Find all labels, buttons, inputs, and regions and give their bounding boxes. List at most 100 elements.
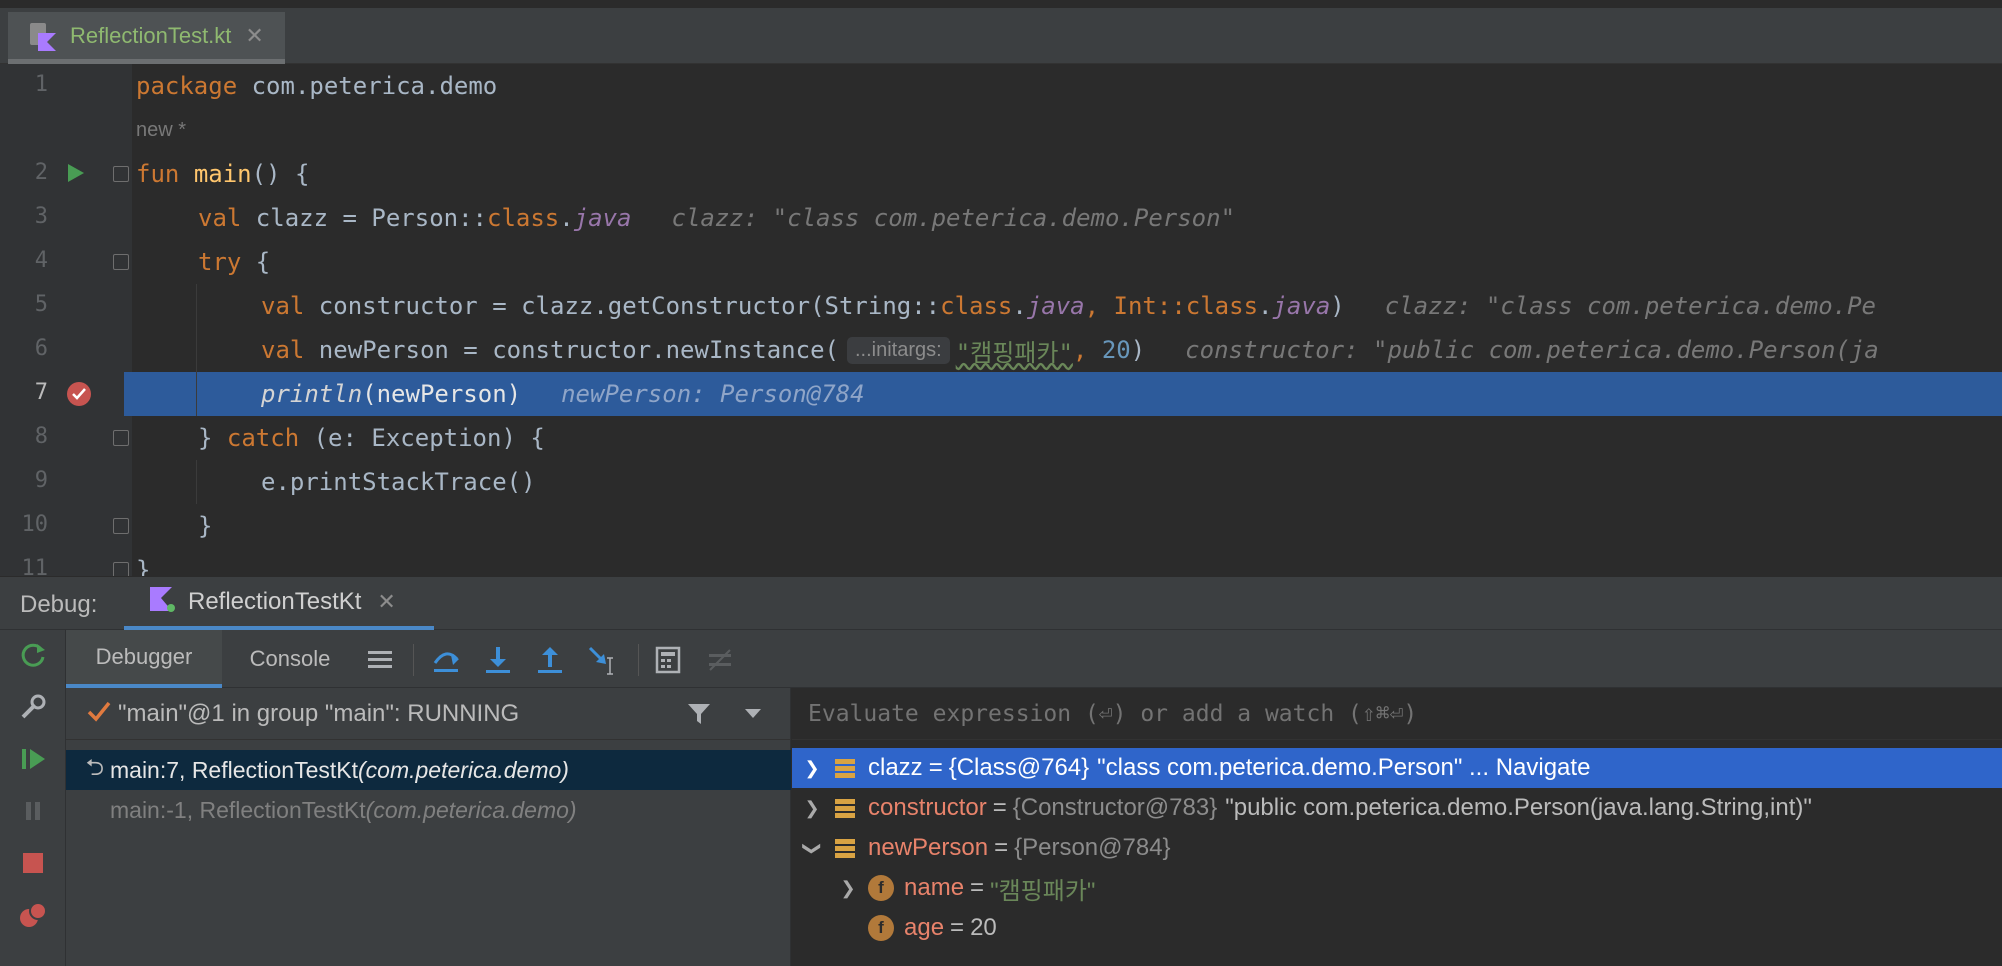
variable-value: "캠핑패카" [990,877,1096,905]
resume-icon[interactable] [18,744,48,774]
code-token: ) [1330,292,1345,320]
code-token: () { [251,160,310,188]
gutter-row: 9 [0,460,132,504]
variable-stack-icon [832,795,858,821]
code-token: ) [1130,336,1146,364]
gutter-row: 5 [0,284,132,328]
line-number: 6 [34,336,48,361]
step-out-icon[interactable] [534,644,566,676]
tab-console[interactable]: Console [226,630,354,688]
title-strip [0,0,2002,8]
breakpoint-icon[interactable] [66,381,92,412]
parameter-hint: ...initargs: [846,336,950,364]
chevron-right-icon[interactable]: ❯ [828,878,868,899]
variable-type: {Constructor@783} [1012,794,1218,821]
code-token: 20 [1101,336,1131,364]
code-line-8: } catch (e: Exception) { [198,416,545,460]
variable-stack-icon [832,755,858,781]
pause-icon[interactable] [18,796,48,826]
close-session-icon[interactable]: ✕ [377,589,395,615]
variable-eq: = [950,914,965,941]
tab-console-label: Console [249,646,331,671]
code-token: catch [226,424,300,452]
code-line-3: val clazz = Person:: class. java clazz: "cl… [198,196,1235,240]
debug-side-toolbar [0,630,66,966]
chevron-right-icon[interactable]: ❯ [792,798,832,819]
variable-eq: = [970,874,985,901]
code-token: fun [136,160,180,188]
code-vision-hint: new * [136,108,186,152]
layout-menu-icon[interactable] [364,644,396,676]
code-token: class [1185,292,1259,320]
inline-debug-value: constructor: "public com.peterica.demo.P… [1185,336,1879,364]
kotlin-run-config-icon [148,585,176,618]
thread-selector[interactable]: "main"@1 in group "main": RUNNING [66,688,791,740]
code-token: clazz = Person:: [241,204,487,232]
code-editor[interactable]: 1 2 3 4 5 6 7 8 9 10 11 package com.pete… [0,64,2002,576]
chevron-right-icon[interactable]: ❯ [792,758,832,779]
code-token: . [559,204,574,232]
gutter-row: 6 [0,328,132,372]
frame-row-selected[interactable]: ⮌ main:7, ReflectionTestKt (com.peterica… [66,750,791,790]
step-over-icon[interactable] [430,644,462,676]
variable-value: 20 [970,914,997,941]
fold-marker-icon[interactable] [113,562,129,576]
variable-name: name [904,874,965,901]
variable-stack-icon [832,835,858,861]
view-breakpoints-icon[interactable] [18,900,48,930]
code-token: try [198,248,242,276]
frame-row[interactable]: main:-1, ReflectionTestKt (com.peterica.… [66,790,791,830]
code-token: (newPerson) [362,380,522,408]
debug-session-tab[interactable]: ReflectionTestKt ✕ [124,577,434,631]
settings-wrench-icon[interactable] [18,692,48,722]
debug-session-label: ReflectionTestKt [188,587,362,615]
check-icon [86,699,112,728]
fold-marker-icon[interactable] [113,430,129,446]
gutter-row: 1 [0,64,132,108]
editor-tab-bar: ReflectionTest.kt ✕ [0,0,2002,64]
variable-row-newperson[interactable]: ❯ newPerson = {Person@784} [792,828,2002,868]
code-token: . [1258,292,1273,320]
chevron-down-icon[interactable] [744,706,762,725]
fold-marker-icon[interactable] [113,254,129,270]
variable-row-name[interactable]: ❯ f name = "캠핑패카" [792,868,2002,908]
code-token: val [261,336,305,364]
evaluate-expression-icon[interactable] [652,644,684,676]
stop-icon[interactable] [18,848,48,878]
code-line-9: e.printStackTrace() [261,460,536,504]
close-tab-icon[interactable]: ✕ [245,23,263,49]
step-into-icon[interactable] [482,644,514,676]
run-to-cursor-icon[interactable] [586,644,618,676]
variable-row-clazz[interactable]: ❯ clazz = {Class@764} "class com.peteric… [792,748,2002,788]
code-token: package [136,72,238,100]
code-line-4: try { [198,240,270,284]
frame-package: (com.peterica.demo) [365,796,577,823]
filter-icon[interactable] [686,702,712,731]
rerun-icon[interactable] [18,640,48,670]
field-icon: f [868,875,894,901]
fold-marker-icon[interactable] [113,518,129,534]
line-number: 2 [34,160,48,185]
indent-guide [196,284,197,416]
code-token: val [261,292,305,320]
variable-eq: = [928,754,943,781]
run-icon[interactable] [66,162,86,189]
line-number: 10 [21,512,49,537]
editor-tab-reflectiontest[interactable]: ReflectionTest.kt ✕ [8,12,285,64]
code-token: e.printStackTrace() [261,468,536,496]
variable-name: newPerson [868,834,989,861]
variable-name: age [904,914,945,941]
evaluate-expression-input[interactable]: Evaluate expression (⏎) or add a watch (… [792,688,2002,740]
tab-debugger[interactable]: Debugger [66,630,222,688]
fold-marker-icon[interactable] [113,166,129,182]
chevron-down-icon[interactable]: ❯ [802,828,823,868]
variable-row-age[interactable]: f age = 20 [792,908,2002,948]
code-line-11: } [136,548,150,576]
code-line-7: println (newPerson) newPerson: Person@784 [261,372,865,416]
frame-package: (com.peterica.demo) [358,756,569,783]
frame-method: main:-1, ReflectionTestKt [110,796,366,823]
trace-stream-icon[interactable] [704,644,736,676]
line-number: 3 [34,204,48,229]
variable-row-constructor[interactable]: ❯ constructor = {Constructor@783} "publi… [792,788,2002,828]
